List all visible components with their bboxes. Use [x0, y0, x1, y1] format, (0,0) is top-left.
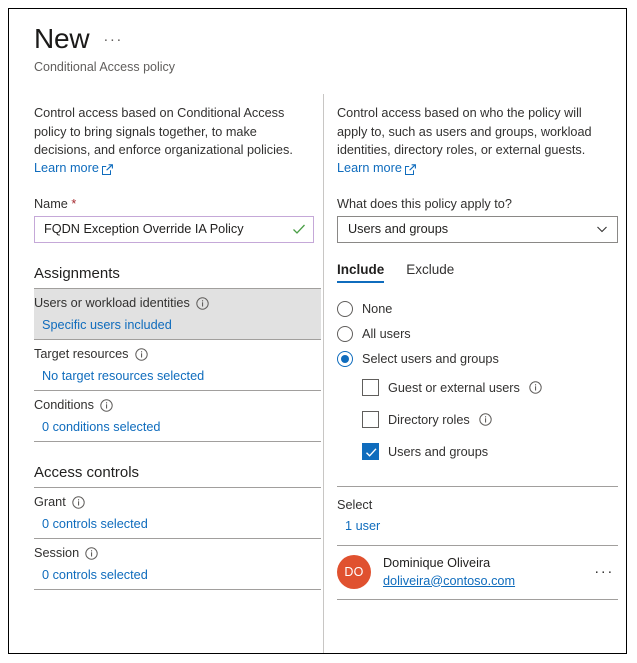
radio-option-all-users[interactable]: All users	[337, 322, 626, 347]
user-display-name: Dominique Oliveira	[383, 555, 491, 570]
info-icon[interactable]	[529, 381, 542, 394]
checkbox-option-users-and-groups[interactable]: Users and groups	[362, 436, 626, 468]
panel-header: New ··· Conditional Access policy	[9, 9, 626, 75]
radio-icon-selected[interactable]	[337, 351, 353, 367]
access-control-row-value-wrapper: 0 controls selected	[34, 517, 321, 531]
assignment-row-value-link[interactable]: No target resources selected	[42, 369, 204, 383]
assignment-row-title: Target resources	[34, 346, 321, 363]
right-learn-more-link[interactable]: Learn more	[337, 161, 402, 175]
access-control-row-session[interactable]: Session 0 controls selected	[34, 539, 321, 589]
external-link-icon	[101, 162, 113, 175]
select-count-link[interactable]: 1 user	[345, 519, 380, 533]
access-control-row-title: Grant	[34, 494, 321, 511]
checkbox-label: Guest or external users	[388, 380, 520, 395]
radio-option-select-users-and-groups[interactable]: Select users and groups	[337, 347, 626, 372]
access-controls-heading: Access controls	[34, 463, 140, 481]
avatar: DO	[337, 555, 371, 589]
access-control-row-value-wrapper: 0 controls selected	[34, 568, 321, 582]
right-description: Control access based on who the policy w…	[337, 106, 592, 157]
assignment-row-value-link[interactable]: 0 conditions selected	[42, 420, 161, 434]
left-learn-more-row[interactable]: Learn more	[34, 161, 323, 175]
checkbox-label: Directory roles	[388, 412, 470, 427]
include-exclude-tabs: Include Exclude	[337, 262, 626, 283]
right-column: Control access based on who the policy w…	[324, 94, 626, 653]
left-learn-more-link[interactable]: Learn more	[34, 161, 99, 175]
access-control-row-label: Grant	[34, 494, 66, 509]
apply-to-dropdown[interactable]: Users and groups	[337, 215, 618, 243]
selected-user-row[interactable]: DO Dominique Oliveira doliveira@contoso.…	[337, 546, 618, 599]
radio-label: All users	[362, 327, 411, 341]
radio-label: None	[362, 302, 393, 316]
assignment-row-title: Conditions	[34, 397, 321, 414]
info-icon[interactable]	[479, 413, 492, 426]
user-row-more-options-icon[interactable]: ···	[594, 564, 618, 579]
assignments-heading: Assignments	[34, 264, 120, 282]
assignment-row-label: Users or workload identities	[34, 295, 190, 310]
assignment-row-title: Users or workload identities	[34, 295, 321, 312]
apply-to-label: What does this policy apply to?	[337, 196, 512, 211]
assignment-row-value-wrapper: 0 conditions selected	[34, 420, 321, 434]
external-link-icon	[404, 162, 416, 175]
policy-name-input[interactable]	[44, 222, 292, 236]
assignment-row-label: Target resources	[34, 346, 129, 361]
user-meta: Dominique Oliveira doliveira@contoso.com	[383, 555, 582, 590]
access-controls-divider-2	[34, 588, 321, 590]
title-row: New ···	[34, 23, 626, 55]
select-count-wrapper: 1 user	[337, 519, 626, 533]
tab-include[interactable]: Include	[337, 262, 385, 283]
user-email-link[interactable]: doliveira@contoso.com	[383, 573, 515, 590]
page-subtitle: Conditional Access policy	[34, 60, 176, 74]
chevron-down-icon	[596, 223, 608, 235]
select-section-divider-top	[337, 485, 618, 487]
access-control-row-value-link[interactable]: 0 controls selected	[42, 568, 148, 582]
radio-icon[interactable]	[337, 301, 353, 317]
two-column-body: Control access based on Conditional Acce…	[9, 94, 626, 653]
info-icon[interactable]	[134, 347, 148, 361]
name-field-label: Name *	[34, 197, 323, 211]
radio-label: Select users and groups	[362, 352, 499, 366]
checkbox-icon[interactable]	[362, 411, 379, 428]
info-icon[interactable]	[85, 546, 98, 560]
left-column: Control access based on Conditional Acce…	[9, 94, 323, 653]
required-indicator: *	[71, 196, 77, 211]
valid-check-icon	[292, 222, 306, 236]
access-control-row-title: Session	[34, 545, 321, 562]
left-description: Control access based on Conditional Acce…	[34, 106, 293, 157]
tab-exclude[interactable]: Exclude	[406, 262, 454, 283]
policy-name-input-wrapper[interactable]	[34, 215, 314, 243]
assignment-row-label: Conditions	[34, 397, 94, 412]
page-title: New	[34, 23, 90, 54]
assignment-row-value-wrapper: Specific users included	[34, 318, 321, 332]
assignment-row-target-resources[interactable]: Target resources No target resources sel…	[34, 340, 321, 390]
checkbox-icon[interactable]	[362, 379, 379, 396]
access-control-row-value-link[interactable]: 0 controls selected	[42, 517, 148, 531]
assignments-divider-3	[34, 440, 321, 442]
info-icon[interactable]	[100, 398, 113, 412]
access-control-row-label: Session	[34, 545, 80, 560]
name-label-text: Name	[34, 196, 68, 211]
select-section-label: Select	[337, 497, 373, 512]
assignment-row-value-wrapper: No target resources selected	[34, 369, 321, 383]
selected-user-divider-bottom	[337, 598, 618, 600]
radio-option-none[interactable]: None	[337, 297, 626, 322]
assignment-row-users-or-workload-identities[interactable]: Users or workload identities Specific us…	[34, 288, 321, 339]
assignment-row-value-link[interactable]: Specific users included	[42, 318, 172, 332]
assignment-row-conditions[interactable]: Conditions 0 conditions selected	[34, 391, 321, 441]
info-icon[interactable]	[196, 296, 209, 310]
header-more-options-icon[interactable]: ···	[103, 32, 123, 47]
scope-radio-group: None All users Select users and groups G…	[337, 297, 626, 468]
checkbox-option-directory-roles[interactable]: Directory roles	[362, 404, 626, 436]
right-learn-more-row[interactable]: Learn more	[337, 161, 626, 175]
checkbox-label: Users and groups	[388, 444, 489, 459]
checkbox-icon-checked[interactable]	[362, 443, 379, 460]
checkbox-option-guest-or-external-users[interactable]: Guest or external users	[362, 372, 626, 404]
conditional-access-new-policy-panel: New ··· Conditional Access policy Contro…	[8, 8, 627, 654]
info-icon[interactable]	[72, 495, 85, 509]
access-control-row-grant[interactable]: Grant 0 controls selected	[34, 488, 321, 538]
apply-to-dropdown-value: Users and groups	[348, 222, 449, 236]
radio-icon[interactable]	[337, 326, 353, 342]
